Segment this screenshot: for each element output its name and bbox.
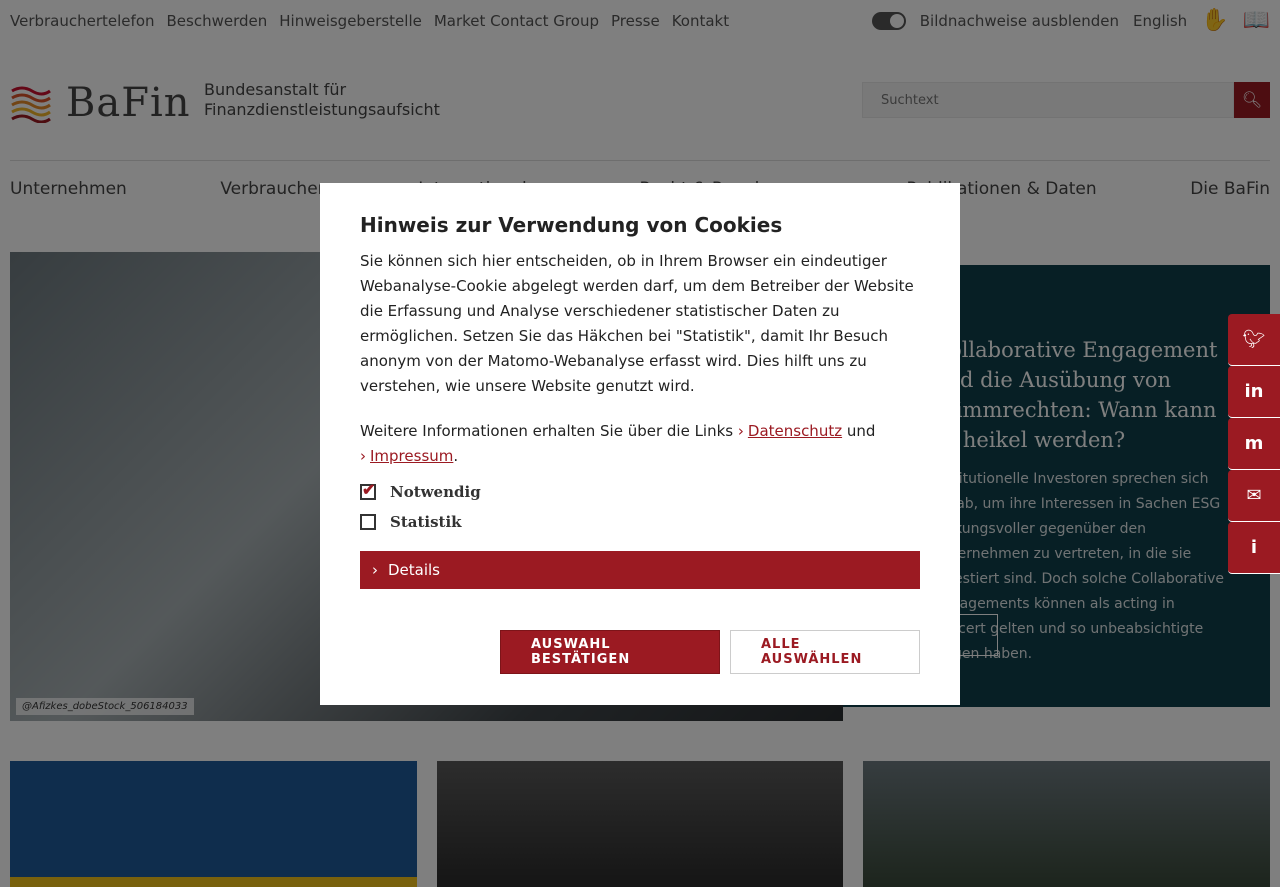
necessary-label: Notwendig bbox=[390, 483, 481, 501]
confirm-selection-button[interactable]: AUSWAHL BESTÄTIGEN bbox=[500, 630, 720, 674]
social-sidebar: 🐦︎ in m ✉ i bbox=[1228, 314, 1280, 574]
cookie-links-paragraph: Weitere Informationen erhalten Sie über … bbox=[360, 419, 920, 469]
links-prefix: Weitere Informationen erhalten Sie über … bbox=[360, 422, 734, 440]
select-all-button[interactable]: ALLE AUSWÄHLEN bbox=[730, 630, 920, 674]
cookie-intro-text: Sie können sich hier entscheiden, ob in … bbox=[360, 252, 914, 395]
necessary-checkbox[interactable] bbox=[360, 480, 376, 500]
imprint-link[interactable]: Impressum bbox=[370, 447, 453, 465]
cookie-actions: AUSWAHL BESTÄTIGEN ALLE AUSWÄHLEN bbox=[500, 630, 920, 674]
option-necessary[interactable]: Notwendig bbox=[360, 477, 920, 507]
details-accordion[interactable]: › Details bbox=[360, 551, 920, 589]
mail-icon[interactable]: ✉ bbox=[1228, 470, 1280, 522]
info-icon[interactable]: i bbox=[1228, 522, 1280, 574]
option-statistics[interactable]: Statistik bbox=[360, 507, 920, 537]
cookie-dialog-title: Hinweis zur Verwendung von Cookies bbox=[360, 213, 783, 237]
chevron-right-icon: › bbox=[360, 447, 366, 465]
linkedin-icon[interactable]: in bbox=[1228, 366, 1280, 418]
links-end: . bbox=[453, 447, 459, 465]
chevron-right-icon: › bbox=[737, 422, 744, 440]
statistics-label: Statistik bbox=[390, 513, 462, 531]
cookie-options: Notwendig Statistik bbox=[360, 477, 920, 537]
details-label: Details bbox=[388, 561, 441, 579]
links-and: und bbox=[846, 422, 876, 440]
mastodon-icon[interactable]: m bbox=[1228, 418, 1280, 470]
statistics-checkbox[interactable] bbox=[360, 514, 376, 530]
cookie-dialog: Hinweis zur Verwendung von Cookies Sie k… bbox=[320, 183, 960, 705]
twitter-icon[interactable]: 🐦︎ bbox=[1228, 314, 1280, 366]
chevron-right-icon: › bbox=[372, 561, 378, 579]
privacy-link[interactable]: Datenschutz bbox=[748, 422, 842, 440]
